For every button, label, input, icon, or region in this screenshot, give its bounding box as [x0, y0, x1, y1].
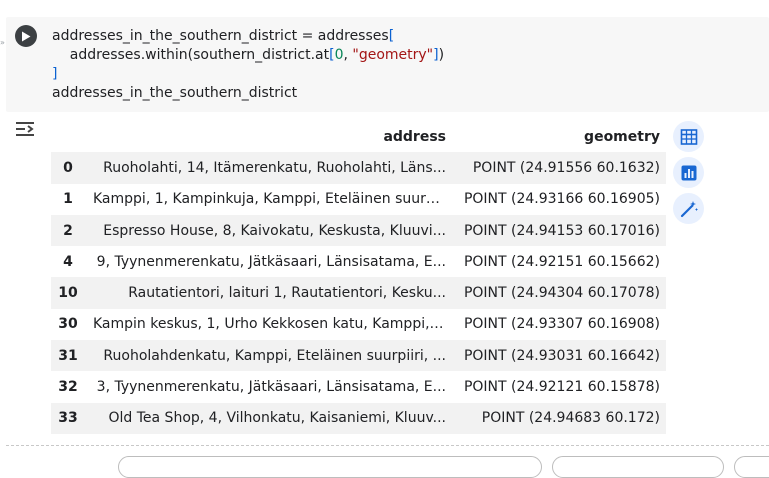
table-row: 30 Kampin keskus, 1, Urho Kekkosen katu,… — [51, 308, 666, 341]
code-token: = addresses — [297, 28, 389, 44]
table-row: 33 Old Tea Shop, 4, Vilhonkatu, Kaisanie… — [51, 402, 666, 434]
address-text: Ruoholahti, 14, Itämerenkatu, Ruoholahti… — [103, 159, 446, 176]
table-row: 10 Rautatientori, laituri 1, Rautatiento… — [51, 277, 666, 309]
table-row: 1 Kamppi, 1, Kampinkuja, Kamppi, Eteläin… — [51, 183, 666, 215]
row-index: 31 — [58, 347, 78, 364]
run-cell-button[interactable] — [15, 25, 37, 47]
code-token: addresses.within(southern_district.at — [52, 47, 330, 63]
table-row: 31 Ruoholahdenkatu, Kamppi, Eteläinen su… — [51, 340, 666, 372]
column-header-address: address — [383, 128, 446, 145]
geometry-cell: POINT (24.93307 60.16908) — [463, 316, 660, 333]
geometry-cell: POINT (24.93031 60.16642) — [463, 347, 660, 364]
code-token: [ — [388, 28, 395, 44]
table-icon — [680, 128, 697, 145]
row-index: 33 — [58, 410, 78, 427]
geometry-cell: POINT (24.93166 60.16905) — [463, 191, 660, 208]
address-text: 3, Tyynenmerenkatu, Jätkäsaari, Länsisat… — [96, 379, 446, 396]
row-index: 4 — [63, 253, 73, 270]
address-cell: Rautatientori, laituri 1, Rautatientori,… — [85, 277, 454, 308]
output-toggle-button[interactable] — [13, 119, 39, 141]
code-editor[interactable]: addresses_in_the_southern_district = add… — [52, 27, 444, 103]
table-view-button[interactable] — [673, 121, 704, 152]
dataframe-output: address geometry 0 Ruoholahti, 14, Itäme… — [51, 121, 666, 434]
play-icon — [22, 31, 31, 41]
address-cell: Espresso House, 8, Kaivokatu, Keskusta, … — [85, 215, 454, 246]
geometry-cell: POINT (24.92151 60.15662) — [463, 253, 660, 270]
address-cell: Old Tea Shop, 4, Vilhonkatu, Kaisaniemi,… — [85, 403, 454, 434]
column-header-index — [51, 121, 85, 152]
row-index: 10 — [58, 285, 78, 302]
table-row: 0 Ruoholahti, 14, Itämerenkatu, Ruoholah… — [51, 152, 666, 184]
table-header-row: address geometry — [51, 121, 666, 152]
address-text: 9, Tyynenmerenkatu, Jätkäsaari, Länsisat… — [96, 253, 446, 270]
chart-suggestion-button[interactable] — [673, 157, 704, 188]
code-token: ] — [52, 66, 58, 82]
address-text: Kamppi, 1, Kampinkuja, Kamppi, Eteläinen… — [93, 191, 446, 208]
row-index: 30 — [58, 316, 78, 333]
row-index: 0 — [63, 159, 73, 176]
address-cell: Kampin keskus, 1, Urho Kekkosen katu, Ka… — [85, 309, 454, 340]
code-token: addresses_in_the_southern_district — [52, 85, 298, 101]
geometry-cell: POINT (24.94304 60.17078) — [463, 285, 660, 302]
next-cell-button[interactable] — [552, 456, 724, 478]
next-cell-button[interactable] — [118, 456, 542, 478]
address-text: Ruoholahdenkatu, Kamppi, Eteläinen suurp… — [103, 347, 446, 364]
magic-generate-button[interactable] — [673, 193, 704, 224]
table-row: 4 9, Tyynenmerenkatu, Jätkäsaari, Länsis… — [51, 246, 666, 278]
address-text: Old Tea Shop, 4, Vilhonkatu, Kaisaniemi,… — [108, 410, 447, 427]
address-cell: 3, Tyynenmerenkatu, Jätkäsaari, Länsisat… — [85, 371, 454, 402]
address-text: Kampin keskus, 1, Urho Kekkosen katu, Ka… — [93, 316, 446, 333]
address-cell: Ruoholahdenkatu, Kamppi, Eteläinen suurp… — [85, 340, 454, 371]
address-cell: 9, Tyynenmerenkatu, Jätkäsaari, Länsisat… — [85, 246, 454, 277]
address-cell: Ruoholahti, 14, Itämerenkatu, Ruoholahti… — [85, 152, 454, 183]
code-token: "geometry" — [352, 47, 434, 63]
row-index: 32 — [58, 379, 78, 396]
geometry-cell: POINT (24.92121 60.15878) — [463, 379, 660, 396]
code-token: ) — [438, 47, 445, 63]
next-cell-button[interactable] — [734, 456, 769, 478]
address-text: Espresso House, 8, Kaivokatu, Keskusta, … — [103, 222, 446, 239]
cell-divider — [6, 445, 769, 446]
geometry-cell: POINT (24.94683 60.172) — [481, 410, 660, 427]
geometry-cell: POINT (24.91556 60.1632) — [472, 159, 660, 176]
geometry-cell: POINT (24.94153 60.17016) — [463, 222, 660, 239]
row-index: 1 — [63, 191, 73, 208]
bar-chart-icon — [681, 165, 696, 180]
output-toggle-icon — [16, 122, 34, 136]
address-cell: Kamppi, 1, Kampinkuja, Kamppi, Eteläinen… — [85, 184, 454, 215]
address-text: Rautatientori, laituri 1, Rautatientori,… — [128, 285, 446, 302]
column-header-geometry: geometry — [584, 128, 660, 145]
table-row: 32 3, Tyynenmerenkatu, Jätkäsaari, Länsi… — [51, 371, 666, 403]
row-index: 2 — [63, 222, 73, 239]
code-token: addresses_in_the_southern_district — [52, 28, 298, 44]
magic-wand-icon — [680, 200, 698, 217]
table-row: 2 Espresso House, 8, Kaivokatu, Keskusta… — [51, 214, 666, 247]
